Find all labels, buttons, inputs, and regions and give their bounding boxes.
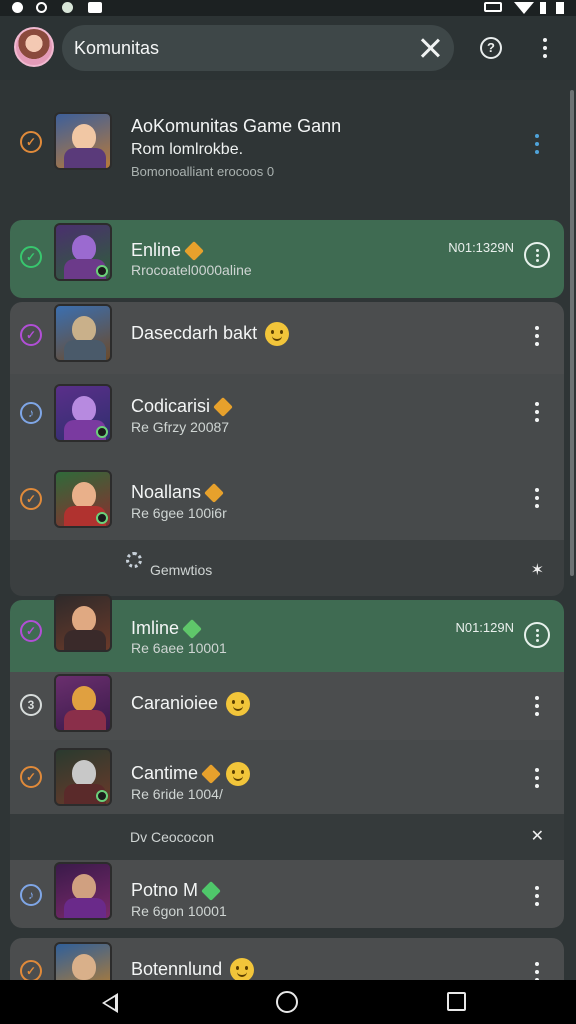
dismiss-icon[interactable]: ✕ (531, 826, 544, 846)
item-subtitle: Re 6aee 10001 (131, 640, 227, 656)
help-icon[interactable]: ? (480, 37, 502, 59)
status-check-icon: ✓ (20, 324, 42, 346)
back-icon[interactable] (102, 993, 118, 1013)
item-title: Caranioiee (131, 692, 251, 716)
item-title: Cantime (131, 762, 251, 786)
emoji-icon (226, 762, 251, 786)
pin-icon[interactable]: ✶ (531, 560, 544, 580)
game-thumbnail (54, 748, 112, 806)
vibrate-icon (484, 2, 502, 12)
game-thumbnail (54, 112, 112, 170)
sync-icon (36, 2, 47, 13)
more-vert-icon[interactable] (534, 766, 540, 790)
status-check-icon: ♪ (20, 884, 42, 906)
notification-icon (12, 2, 23, 13)
message-icon (88, 2, 102, 13)
game-thumbnail (54, 470, 112, 528)
game-icon (62, 2, 73, 13)
item-title: Botennlund (131, 958, 255, 980)
item-title: Enline (131, 240, 204, 262)
close-icon[interactable] (416, 34, 444, 62)
game-thumbnail (54, 594, 112, 652)
emoji-icon (230, 958, 255, 980)
list-item[interactable]: ♪ Potno M Re 6gon 10001 (10, 860, 564, 928)
game-thumbnail (54, 942, 112, 980)
more-options-button[interactable] (536, 34, 554, 62)
more-vert-icon[interactable] (534, 132, 540, 156)
more-options-icon[interactable] (524, 622, 550, 648)
emoji-icon (265, 322, 290, 346)
system-nav-bar (0, 980, 576, 1024)
search-input[interactable]: Komunitas (74, 38, 159, 59)
more-options-icon[interactable] (524, 242, 550, 268)
item-meta: Bomonoalliant erocoos 0 (131, 164, 275, 179)
more-vert-icon[interactable] (534, 960, 540, 980)
more-vert-icon[interactable] (534, 694, 540, 718)
list-item[interactable]: ✓ Dasecdarh bakt (10, 302, 564, 374)
avatar[interactable] (14, 27, 54, 67)
search-bar[interactable]: Komunitas (62, 25, 454, 71)
game-thumbnail (54, 862, 112, 920)
more-vert-icon[interactable] (534, 400, 540, 424)
emoji-icon (226, 692, 251, 716)
list-item-online[interactable]: ✓ Enline Rrocoatel0000aline N01:1329N (10, 220, 564, 298)
more-vert-icon[interactable] (534, 884, 540, 908)
more-vert-icon[interactable] (534, 486, 540, 510)
section-label: Gemwtios (150, 562, 213, 578)
item-subtitle: Re 6ride 1004/ (131, 786, 223, 802)
home-icon[interactable] (276, 991, 298, 1013)
item-title: Imline (131, 618, 202, 640)
item-time: N01:1329N (448, 240, 514, 255)
status-check-icon: ✓ (20, 488, 42, 510)
game-thumbnail (54, 304, 112, 362)
list-item[interactable]: 3 Caranioiee (10, 672, 564, 740)
game-thumbnail (54, 384, 112, 442)
list-item[interactable]: ✓ Cantime Re 6ride 1004/ (10, 740, 564, 814)
item-time: N01:129N (455, 620, 514, 635)
wifi-icon (514, 2, 534, 14)
status-check-icon: ✓ (20, 766, 42, 788)
item-title: Dasecdarh bakt (131, 322, 290, 346)
list-item[interactable]: ♪ Codicarisi Re Gfrzy 20087 (10, 374, 564, 458)
section-divider: Dv Ceococon ✕ (10, 814, 564, 860)
status-check-icon: 3 (20, 694, 42, 716)
top-app-bar: Komunitas ? (0, 16, 576, 80)
section-label: Dv Ceococon (130, 829, 215, 845)
game-thumbnail (54, 223, 112, 281)
status-check-icon: ✓ (20, 131, 42, 153)
item-title: Noallans (131, 482, 224, 504)
game-thumbnail (54, 674, 112, 732)
status-check-icon: ✓ (20, 960, 42, 980)
section-divider: Gemwtios ✶ (10, 540, 564, 596)
item-subtitle: Re 6gon 10001 (131, 903, 227, 919)
status-check-icon: ♪ (20, 402, 42, 424)
status-check-icon: ✓ (20, 620, 42, 642)
scrollbar[interactable] (570, 90, 574, 576)
item-title: Potno M (131, 880, 221, 902)
community-list: ✓ AoKomunitas Game Gann Rom lomlrokbe. B… (0, 80, 576, 980)
signal-icon (540, 2, 546, 14)
list-item[interactable]: ✓ Noallans Re 6gee 100i6r (10, 458, 564, 540)
item-subtitle: Re Gfrzy 20087 (131, 419, 230, 435)
more-vert-icon[interactable] (534, 324, 540, 348)
item-subtitle: Rrocoatel0000aline (131, 262, 252, 278)
battery-icon (556, 2, 564, 14)
recent-apps-icon[interactable] (447, 992, 466, 1011)
status-check-icon: ✓ (20, 246, 42, 268)
list-item[interactable]: ✓ AoKomunitas Game Gann Rom lomlrokbe. B… (10, 98, 564, 202)
status-bar (0, 0, 576, 16)
item-title: Codicarisi (131, 396, 233, 418)
gear-icon (126, 552, 142, 568)
item-subtitle: Re 6gee 100i6r (131, 505, 227, 521)
item-title: AoKomunitas Game Gann (131, 116, 342, 136)
list-item[interactable]: ✓ Botennlund (10, 938, 564, 980)
more-vert-icon (542, 36, 548, 60)
item-subtitle: Rom lomlrokbe. (131, 141, 244, 158)
list-item-online[interactable]: ✓ Imline Re 6aee 10001 N01:129N (10, 594, 564, 672)
